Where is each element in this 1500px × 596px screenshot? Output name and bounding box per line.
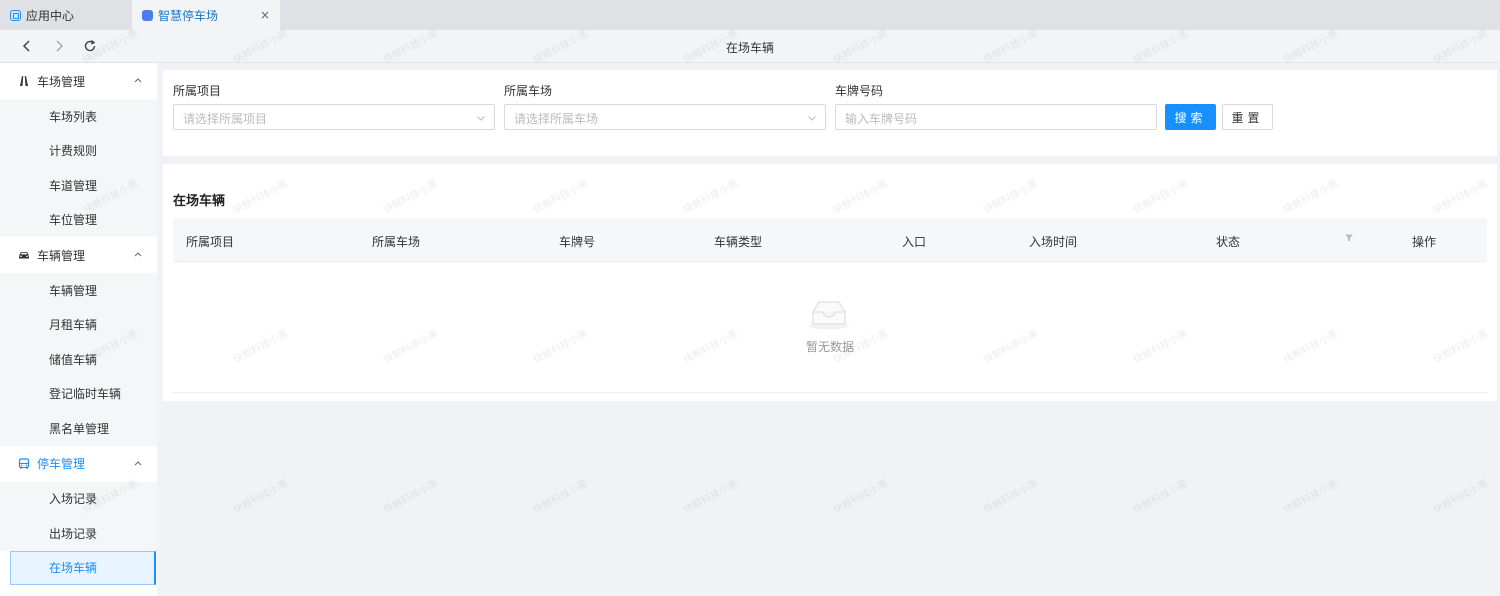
sidebar-item-space-management[interactable]: 车位管理 [0, 202, 157, 237]
bus-icon [18, 457, 30, 470]
column-header-status: 状态 [1216, 235, 1241, 249]
sidebar-item-label: 在场车辆 [49, 561, 98, 576]
column-header-entrance: 入口 [902, 235, 927, 249]
tab-app-center[interactable]: 应用中心 [0, 0, 132, 30]
parking-app-icon [142, 9, 153, 21]
parking-lot-icon [18, 75, 30, 87]
sidebar-item-lane-management[interactable]: 车道管理 [0, 168, 157, 203]
sidebar-item-label: 月租车辆 [49, 318, 98, 333]
lot-select-placeholder: 请选择所属车场 [514, 112, 599, 126]
project-select[interactable]: 请选择所属项目 [173, 104, 495, 130]
lot-select[interactable]: 请选择所属车场 [504, 104, 826, 130]
lot-filter-label: 所属车场 [504, 84, 553, 98]
vehicles-table-panel: 在场车辆 所属项目 所属车场 车牌号 车辆类型 入口 入场时间 状态 操作 暂无… [163, 164, 1497, 401]
tab-label: 应用中心 [26, 8, 75, 23]
page-title: 在场车辆 [725, 41, 774, 55]
filter-icon[interactable] [1344, 233, 1354, 243]
empty-state-text: 暂无数据 [805, 340, 854, 354]
sidebar-group-label: 车场管理 [37, 74, 86, 89]
column-header-entry-time: 入场时间 [1029, 235, 1078, 249]
sidebar-item-label: 车场列表 [49, 109, 98, 124]
browser-tab-bar: 应用中心 智慧停车场 × [0, 0, 1500, 30]
sidebar-group-label: 停车管理 [37, 457, 86, 471]
sidebar-item-label: 储值车辆 [49, 352, 98, 367]
sidebar-group-parking-lot[interactable]: 车场管理 [0, 63, 157, 99]
column-header-vehicle-type: 车辆类型 [714, 235, 763, 249]
sidebar-item-label: 计费规则 [49, 144, 98, 159]
plate-input-placeholder: 输入车牌号码 [845, 112, 918, 126]
plate-filter-label: 车牌号码 [835, 84, 884, 98]
close-tab-icon[interactable]: × [260, 8, 270, 22]
sidebar-item-lot-list[interactable]: 车场列表 [0, 99, 157, 134]
sidebar-item-monthly-vehicles[interactable]: 月租车辆 [0, 307, 157, 342]
search-button[interactable]: 搜索 [1165, 104, 1216, 130]
sidebar-item-blacklist[interactable]: 黑名单管理 [0, 411, 157, 446]
car-icon [18, 249, 30, 261]
sidebar-item-entry-records[interactable]: 入场记录 [0, 481, 157, 516]
sidebar-item-label: 车位管理 [49, 213, 98, 228]
chevron-down-icon [477, 116, 485, 121]
sidebar-item-label: 入场记录 [49, 492, 98, 507]
sidebar-item-exit-records[interactable]: 出场记录 [0, 516, 157, 551]
plate-input[interactable]: 输入车牌号码 [835, 104, 1157, 130]
sidebar-item-vehicle-management[interactable]: 车辆管理 [0, 273, 157, 308]
project-filter-label: 所属项目 [173, 84, 222, 98]
tab-smart-parking[interactable]: 智慧停车场 × [132, 0, 280, 30]
sidebar-item-label: 车辆管理 [49, 283, 98, 298]
sidebar-item-label: 黑名单管理 [49, 421, 110, 436]
sidebar-item-label: 车道管理 [49, 178, 98, 193]
sidebar-item-label: 出场记录 [49, 526, 98, 541]
sidebar-item-vehicles-on-site[interactable]: 在场车辆 [10, 550, 156, 585]
app-center-icon [10, 9, 21, 21]
project-select-placeholder: 请选择所属项目 [183, 112, 268, 126]
chevron-up-icon [134, 252, 142, 257]
chevron-down-icon [808, 116, 816, 121]
chevron-up-icon [134, 78, 142, 83]
column-header-project: 所属项目 [186, 235, 235, 249]
sidebar-group-label: 车辆管理 [37, 248, 86, 263]
main-content: 所属项目 请选择所属项目 所属车场 请选择所属车场 车牌号码 输入车牌号码 搜索… [157, 63, 1500, 596]
tab-label: 智慧停车场 [158, 8, 219, 23]
sidebar-item-label: 登记临时车辆 [49, 387, 122, 402]
sidebar: 车场管理 车场列表 计费规则 车道管理 车位管理 车辆管理 车辆管理 月租车辆 … [0, 63, 157, 596]
sidebar-item-temporary-vehicles[interactable]: 登记临时车辆 [0, 376, 157, 411]
column-header-plate: 车牌号 [559, 235, 596, 249]
empty-box-icon [809, 301, 849, 330]
navigation-bar: 在场车辆 [0, 30, 1500, 63]
reset-button[interactable]: 重置 [1222, 104, 1273, 130]
empty-state: 暂无数据 [173, 262, 1487, 393]
column-header-actions: 操作 [1412, 235, 1437, 249]
sidebar-group-vehicle[interactable]: 车辆管理 [0, 237, 157, 273]
filter-panel: 所属项目 请选择所属项目 所属车场 请选择所属车场 车牌号码 输入车牌号码 搜索… [163, 70, 1497, 156]
column-header-lot: 所属车场 [372, 235, 421, 249]
sidebar-item-billing-rules[interactable]: 计费规则 [0, 133, 157, 168]
table-title: 在场车辆 [173, 194, 226, 209]
sidebar-group-parking[interactable]: 停车管理 [0, 446, 157, 482]
table-header: 所属项目 所属车场 车牌号 车辆类型 入口 入场时间 状态 操作 [173, 218, 1487, 262]
sidebar-item-stored-value-vehicles[interactable]: 储值车辆 [0, 342, 157, 377]
chevron-up-icon [134, 460, 142, 465]
